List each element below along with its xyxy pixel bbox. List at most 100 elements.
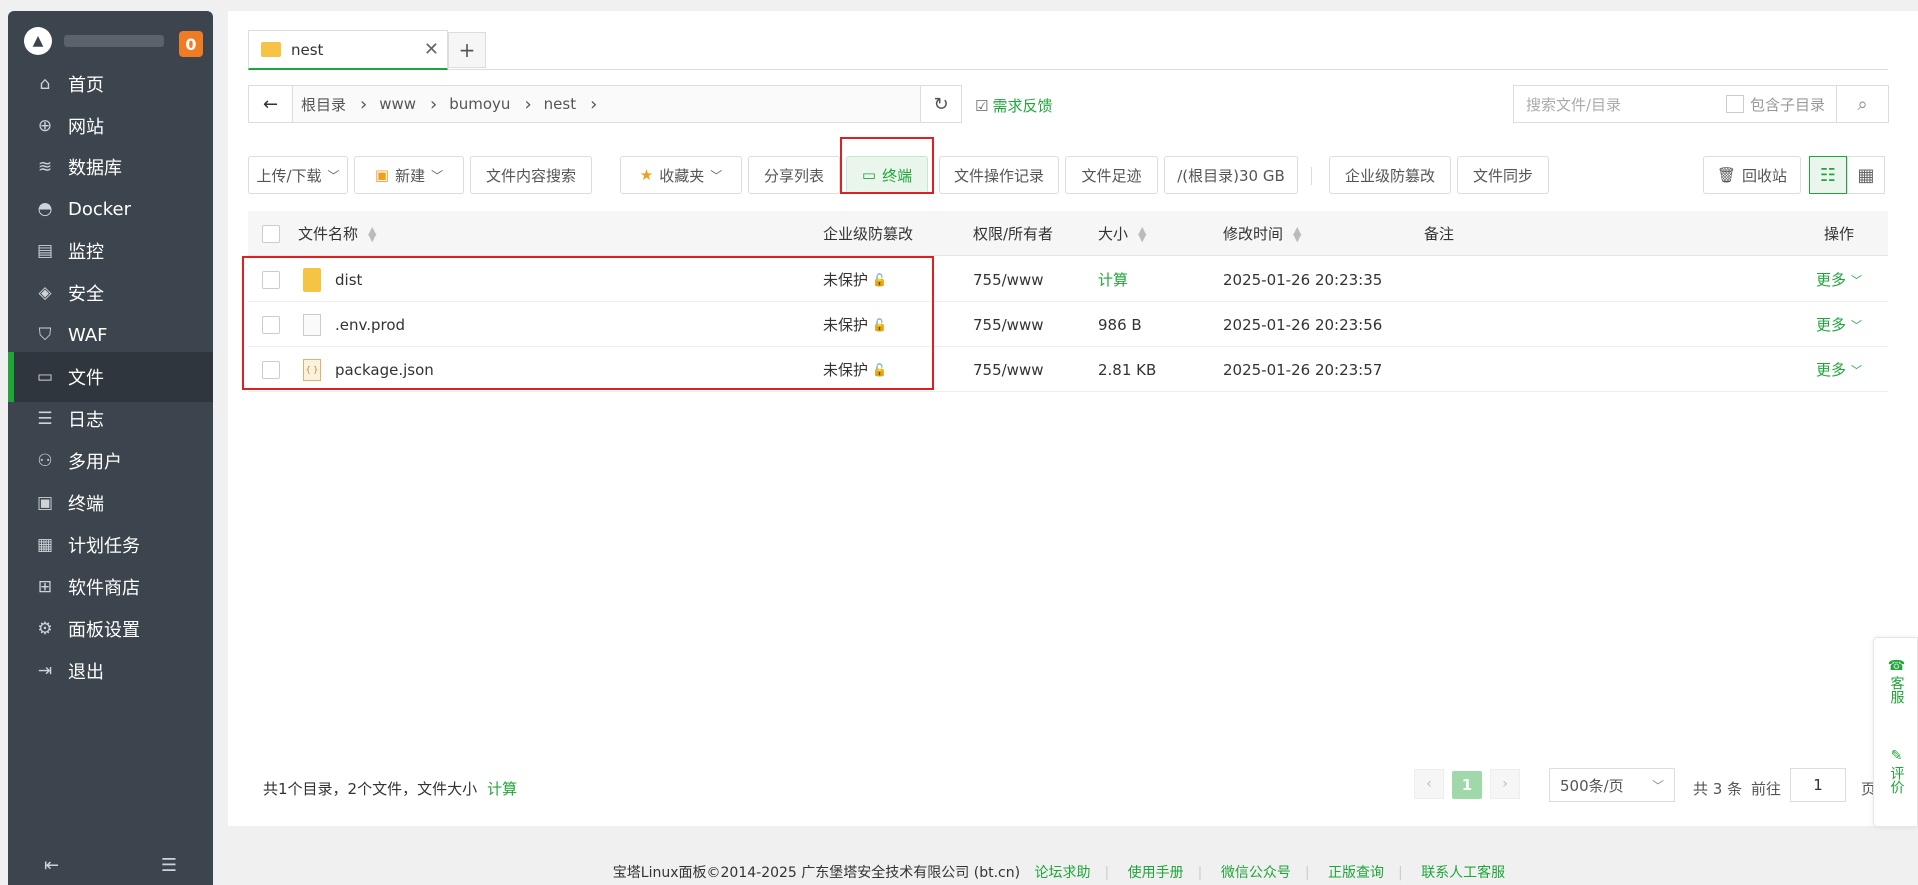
- table-row[interactable]: dist 未保护 🔓 755/www 计算 2025-01-26 20:23:35…: [248, 257, 1888, 302]
- file-permission[interactable]: 755/www: [973, 302, 1044, 347]
- feedback-link[interactable]: ☑ 需求反馈: [975, 95, 1052, 116]
- license-link[interactable]: 正版查询: [1328, 865, 1384, 881]
- button-label: 终端: [882, 166, 913, 185]
- col-perm: 权限/所有者: [973, 225, 1054, 243]
- button-label: 收藏夹: [659, 166, 705, 185]
- file-sync-button[interactable]: 文件同步: [1457, 156, 1549, 194]
- upload-download-button[interactable]: 上传/下载 ﹀: [248, 156, 348, 194]
- sidebar-item-label: 终端: [68, 494, 104, 515]
- crumb-nest[interactable]: nest: [544, 95, 576, 113]
- sidebar-item-label: 监控: [68, 242, 104, 263]
- file-size: 986 B: [1098, 315, 1142, 334]
- file-name[interactable]: package.json: [335, 361, 434, 379]
- sort-icon[interactable]: ▲ ▼: [1138, 225, 1146, 243]
- checkbox-label: 包含子目录: [1750, 95, 1826, 114]
- crumb-root[interactable]: 根目录: [301, 94, 346, 115]
- row-checkbox[interactable]: [262, 315, 280, 334]
- chevron-right-icon: ›: [524, 93, 532, 115]
- crumb-bumoyu[interactable]: bumoyu: [449, 95, 510, 113]
- crumb-www[interactable]: www: [379, 95, 416, 113]
- row-checkbox[interactable]: [262, 270, 280, 289]
- chevron-right-icon: ›: [430, 93, 438, 115]
- folder-icon: ▭: [36, 367, 54, 387]
- sidebar-item-label: 多用户: [68, 452, 122, 473]
- terminal-icon: ▣: [36, 493, 54, 513]
- add-tab-button[interactable]: +: [448, 32, 486, 68]
- row-checkbox[interactable]: [262, 360, 280, 379]
- calc-size-link[interactable]: 计算: [1098, 257, 1128, 302]
- headset-icon: ☎: [1887, 658, 1906, 674]
- calc-total-link[interactable]: 计算: [487, 780, 517, 798]
- tamper-status: 未保护: [823, 361, 869, 379]
- list-view-icon[interactable]: ☷: [1809, 156, 1847, 194]
- col-size[interactable]: 大小 ▲ ▼: [1098, 211, 1146, 256]
- search-icon[interactable]: ⌕: [1836, 86, 1888, 122]
- unlock-icon[interactable]: 🔓: [872, 318, 887, 332]
- favorites-button[interactable]: ★ 收藏夹 ﹀: [620, 156, 742, 194]
- prev-page-button[interactable]: ‹: [1414, 769, 1444, 799]
- page-current[interactable]: 1: [1452, 771, 1482, 799]
- grid-view-icon[interactable]: ▦: [1847, 156, 1885, 194]
- close-icon[interactable]: ✕: [424, 39, 439, 60]
- rate-label: 评价: [1888, 766, 1905, 794]
- service-label: 客服: [1888, 676, 1905, 704]
- file-mtime: 2025-01-26 20:23:56: [1223, 315, 1383, 334]
- col-mtime[interactable]: 修改时间 ▲ ▼: [1223, 211, 1301, 256]
- file-permission[interactable]: 755/www: [973, 347, 1044, 392]
- footprint-button[interactable]: 文件足迹: [1065, 156, 1158, 194]
- disk-button[interactable]: /(根目录)30 GB: [1164, 156, 1298, 194]
- chevron-right-icon: ›: [590, 93, 598, 115]
- back-arrow-icon[interactable]: ←: [249, 86, 293, 122]
- forum-link[interactable]: 论坛求助: [1035, 865, 1091, 881]
- customer-service-button[interactable]: ☎ 客服: [1874, 658, 1918, 704]
- new-button[interactable]: ▣ 新建 ﹀: [354, 156, 464, 194]
- next-page-button[interactable]: ›: [1490, 769, 1520, 799]
- page-size-select[interactable]: 500条/页 ﹀: [1549, 768, 1675, 802]
- terminal-button[interactable]: ▭ 终端: [846, 156, 928, 194]
- col-name[interactable]: 文件名称 ▲ ▼: [298, 211, 376, 256]
- stats-text: 共1个目录，2个文件，文件大小: [263, 780, 478, 798]
- sidebar-item-logout[interactable]: ⇥ 退出: [8, 646, 213, 696]
- support-link[interactable]: 联系人工客服: [1421, 865, 1505, 881]
- file-mtime: 2025-01-26 20:23:35: [1223, 270, 1383, 289]
- sort-icon[interactable]: ▲ ▼: [368, 225, 376, 243]
- select-all-checkbox[interactable]: [262, 211, 280, 256]
- edit-icon: ✎: [1890, 748, 1903, 764]
- trash-icon: 🗑: [1716, 166, 1737, 184]
- folder-icon: [303, 267, 321, 292]
- home-icon: ⌂: [39, 74, 51, 94]
- button-label: 新建: [395, 166, 426, 185]
- refresh-button[interactable]: ↻: [920, 85, 962, 123]
- folder-icon: [261, 42, 281, 57]
- share-list-button[interactable]: 分享列表: [748, 156, 840, 194]
- goto-page-input[interactable]: 1: [1790, 768, 1846, 802]
- recycle-bin-button[interactable]: 🗑 回收站: [1703, 156, 1801, 194]
- checkbox[interactable]: [262, 224, 280, 243]
- file-name[interactable]: dist: [335, 271, 362, 289]
- more-menu[interactable]: 更多 ﹀: [1816, 257, 1862, 302]
- tab-nest[interactable]: nest ✕: [248, 30, 448, 70]
- more-menu[interactable]: 更多 ﹀: [1816, 302, 1862, 347]
- unlock-icon[interactable]: 🔓: [872, 363, 887, 377]
- unlock-icon[interactable]: 🔓: [872, 273, 887, 287]
- table-row[interactable]: { } package.json 未保护 🔓 755/www 2.81 KB 202…: [248, 347, 1888, 392]
- file-permission[interactable]: 755/www: [973, 257, 1044, 302]
- manual-link[interactable]: 使用手册: [1128, 865, 1184, 881]
- content-search-button[interactable]: 文件内容搜索: [470, 156, 592, 194]
- path-bar[interactable]: ← 根目录 › www › bumoyu › nest ›: [248, 85, 961, 123]
- divider: [1311, 167, 1312, 185]
- checkbox[interactable]: [1726, 95, 1744, 113]
- notification-badge[interactable]: 0: [179, 31, 203, 57]
- table-row[interactable]: .env.prod 未保护 🔓 755/www 986 B 2025-01-26 …: [248, 302, 1888, 347]
- include-subdir-checkbox[interactable]: 包含子目录: [1726, 94, 1825, 115]
- tamper-status: 未保护: [823, 271, 869, 289]
- database-icon: ≋: [37, 157, 53, 177]
- rate-button[interactable]: ✎ 评价: [1874, 748, 1918, 794]
- more-menu[interactable]: 更多 ﹀: [1816, 347, 1862, 392]
- tamper-protect-button[interactable]: 企业级防篡改: [1329, 156, 1451, 194]
- search-input[interactable]: 搜索文件/目录: [1514, 94, 1714, 115]
- sort-icon[interactable]: ▲ ▼: [1293, 225, 1301, 243]
- wechat-link[interactable]: 微信公众号: [1221, 865, 1291, 881]
- operation-log-button[interactable]: 文件操作记录: [939, 156, 1059, 194]
- file-name[interactable]: .env.prod: [335, 316, 405, 334]
